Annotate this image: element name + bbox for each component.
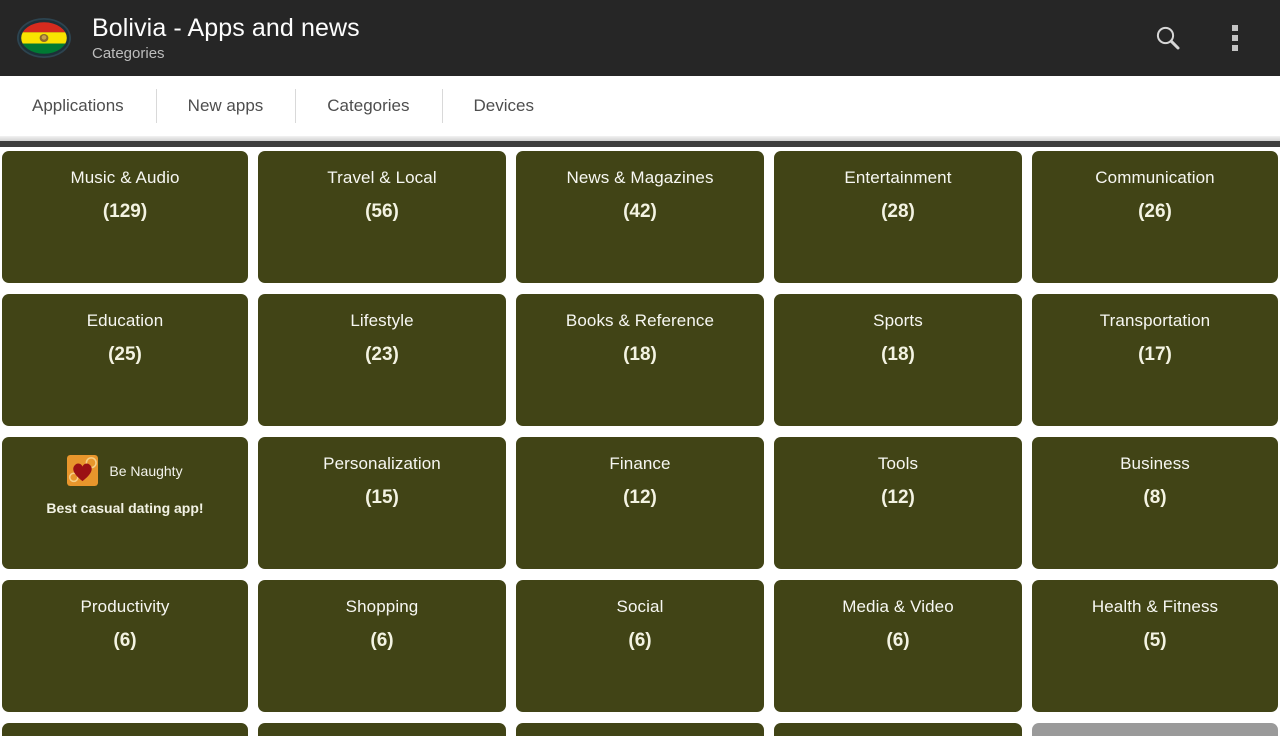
category-label: Entertainment: [844, 168, 952, 187]
header-actions: [1132, 0, 1266, 76]
category-tile[interactable]: Social (6): [516, 580, 764, 712]
category-tile[interactable]: Business (8): [1032, 437, 1278, 569]
category-tile[interactable]: Health & Fitness (5): [1032, 580, 1278, 712]
category-tile[interactable]: Books & Reference (18): [516, 294, 764, 426]
page-subtitle: Categories: [92, 44, 165, 62]
category-tile[interactable]: Entertainment (28): [774, 151, 1022, 283]
category-label: Personalization: [323, 454, 441, 473]
ad-header-row: Be Naughty: [12, 455, 238, 486]
ad-tile[interactable]: Be Naughty Best casual dating app!: [2, 437, 248, 569]
header-title-block: Bolivia - Apps and news Categories: [92, 13, 1132, 64]
category-tile[interactable]: Music & Audio (129): [2, 151, 248, 283]
category-tile[interactable]: Productivity (6): [2, 580, 248, 712]
category-count: (18): [623, 344, 657, 365]
category-count: (25): [108, 344, 142, 365]
category-count: (6): [113, 630, 137, 651]
category-tile[interactable]: Lifestyle (23): [258, 294, 506, 426]
category-count: (6): [370, 630, 394, 651]
heart-icon: [67, 455, 99, 486]
category-count: (8): [1143, 487, 1167, 508]
category-tile[interactable]: [2, 723, 248, 736]
category-label: Sports: [873, 311, 923, 330]
category-count: (12): [623, 487, 657, 508]
category-count: (26): [1138, 201, 1172, 222]
overflow-menu-icon: [1232, 25, 1238, 51]
category-tile[interactable]: [258, 723, 506, 736]
category-label: Music & Audio: [70, 168, 180, 187]
tab-devices[interactable]: Devices: [441, 86, 566, 126]
category-tile[interactable]: Sports (18): [774, 294, 1022, 426]
app-header: Bolivia - Apps and news Categories: [0, 0, 1280, 76]
category-label: Travel & Local: [327, 168, 437, 187]
category-count: (6): [628, 630, 652, 651]
category-label: Finance: [609, 454, 671, 473]
overflow-menu-button[interactable]: [1204, 0, 1266, 76]
tab-categories[interactable]: Categories: [295, 86, 441, 126]
bolivia-flag-icon: [17, 18, 71, 58]
category-tile[interactable]: Finance (12): [516, 437, 764, 569]
category-tile[interactable]: Education (25): [2, 294, 248, 426]
category-count: (17): [1138, 344, 1172, 365]
category-label: News & Magazines: [566, 168, 714, 187]
category-label: Health & Fitness: [1091, 597, 1219, 616]
category-label: Lifestyle: [350, 311, 414, 330]
category-tile[interactable]: Media & Video (6): [774, 580, 1022, 712]
ad-tagline: Best casual dating app!: [46, 500, 204, 516]
tab-bar: Applications New apps Categories Devices: [0, 76, 1280, 136]
category-tile[interactable]: Personalization (15): [258, 437, 506, 569]
category-count: (129): [102, 201, 148, 222]
category-grid-scroll[interactable]: Music & Audio (129) Travel & Local (56) News…: [0, 147, 1280, 736]
category-count: (18): [881, 344, 915, 365]
tab-new-apps[interactable]: New apps: [155, 86, 296, 126]
category-label: Social: [616, 597, 664, 616]
category-tile[interactable]: Communication (26): [1032, 151, 1278, 283]
category-tile[interactable]: Shopping (6): [258, 580, 506, 712]
category-label: Business: [1120, 454, 1190, 473]
category-label: Communication: [1095, 168, 1215, 187]
page-title: Bolivia - Apps and news: [92, 13, 360, 42]
category-grid: Music & Audio (129) Travel & Local (56) News…: [0, 147, 1280, 736]
category-tile[interactable]: [774, 723, 1022, 736]
category-label: Tools: [877, 454, 919, 473]
category-label: Media & Video: [842, 597, 954, 616]
category-tile[interactable]: [516, 723, 764, 736]
category-label: Shopping: [345, 597, 419, 616]
category-count: (56): [365, 201, 399, 222]
category-count: (15): [365, 487, 399, 508]
category-count: (23): [365, 344, 399, 365]
search-button[interactable]: [1132, 0, 1204, 76]
category-tile[interactable]: Tools (12): [774, 437, 1022, 569]
category-tile[interactable]: Travel & Local (56): [258, 151, 506, 283]
category-label: Productivity: [80, 597, 170, 616]
category-tile[interactable]: News & Magazines (42): [516, 151, 764, 283]
tab-applications[interactable]: Applications: [0, 86, 156, 126]
category-count: (12): [881, 487, 915, 508]
category-label: Transportation: [1099, 311, 1211, 330]
ad-title: Be Naughty: [109, 462, 183, 479]
category-label: Books & Reference: [565, 311, 715, 330]
category-count: (42): [623, 201, 657, 222]
category-tile[interactable]: [1032, 723, 1278, 736]
category-count: (28): [881, 201, 915, 222]
category-label: Education: [86, 311, 164, 330]
category-count: (6): [886, 630, 910, 651]
category-count: (5): [1143, 630, 1167, 651]
category-tile[interactable]: Transportation (17): [1032, 294, 1278, 426]
search-icon: [1156, 26, 1180, 50]
